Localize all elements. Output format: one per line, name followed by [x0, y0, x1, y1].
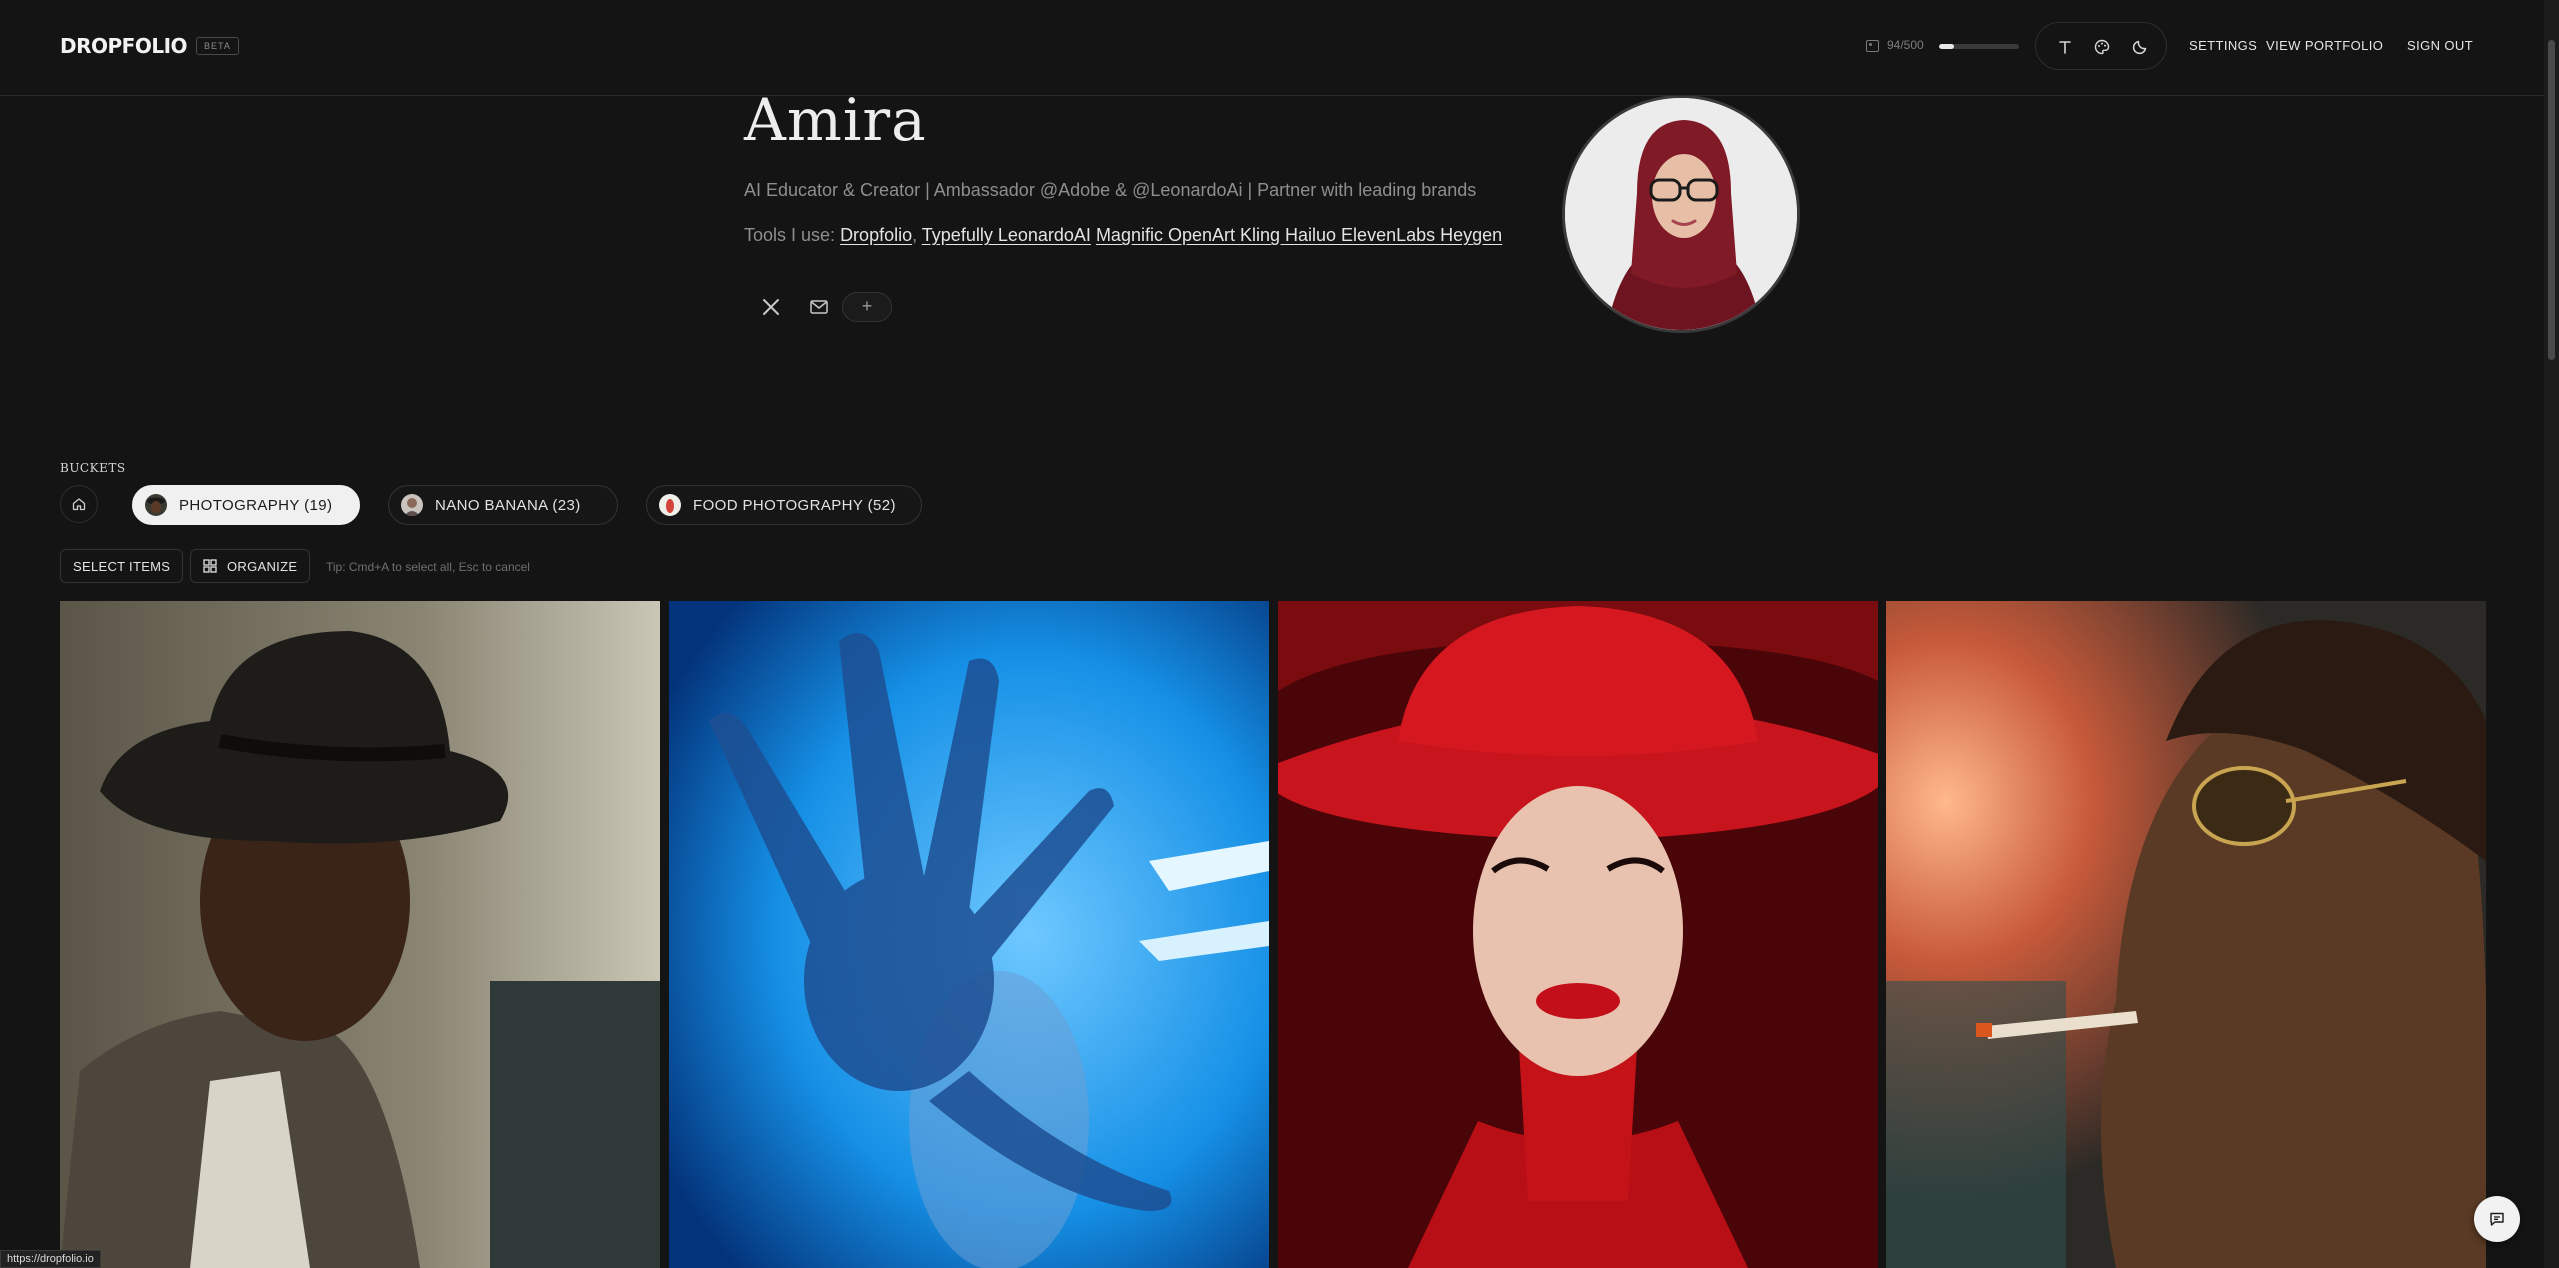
blue-hand-photo[interactable]: [669, 601, 1269, 1268]
tool-link-typefully-leonardoai[interactable]: Typefully LeonardoAI: [922, 225, 1091, 245]
bucket-thumbnail: [659, 494, 681, 516]
avatar: [1562, 95, 1800, 333]
select-items-button[interactable]: SELECT ITEMS: [60, 549, 184, 583]
scrollbar[interactable]: [2544, 0, 2559, 1268]
bucket-photography[interactable]: PHOTOGRAPHY (19): [132, 485, 360, 525]
add-social-button[interactable]: +: [842, 292, 892, 322]
top-bar: DROPFOLIO BETA 94/500 SETTINGS VIEW PORT…: [0, 0, 2544, 96]
buckets-label: BUCKETS: [60, 461, 126, 475]
usage-count: 94/500: [1887, 38, 1924, 52]
profile-bio: AI Educator & Creator | Ambassador @Adob…: [744, 180, 1477, 200]
image-icon: [1866, 40, 1879, 52]
tools-separator: ,: [912, 225, 922, 245]
chat-icon: [2490, 1212, 2504, 1226]
moon-icon[interactable]: [2128, 35, 2152, 59]
tools-prefix: Tools I use:: [744, 225, 836, 245]
bucket-thumbnail: [145, 494, 167, 516]
palette-icon[interactable]: [2090, 35, 2114, 59]
tool-link-magnific-group[interactable]: Magnific OpenArt Kling Hailuo ElevenLabs…: [1096, 225, 1502, 245]
bucket-nano-banana[interactable]: NANO BANANA (23): [388, 485, 618, 525]
profile-name: Amira: [744, 86, 927, 154]
logo[interactable]: DROPFOLIO: [60, 34, 188, 58]
beta-badge: BETA: [196, 37, 239, 55]
bucket-thumbnail: [401, 494, 423, 516]
organize-button[interactable]: ORGANIZE: [190, 549, 311, 583]
sign-out-link[interactable]: SIGN OUT: [2407, 38, 2473, 53]
settings-link[interactable]: SETTINGS: [2189, 38, 2257, 53]
status-url: https://dropfolio.io: [0, 1250, 101, 1268]
display-tools: [2035, 22, 2167, 70]
tool-link-dropfolio[interactable]: Dropfolio: [840, 225, 912, 245]
bucket-label: NANO BANANA (23): [435, 496, 581, 514]
bucket-label: PHOTOGRAPHY (19): [179, 496, 333, 514]
mail-icon[interactable]: [802, 290, 836, 324]
usage-progress-bar: [1939, 44, 2019, 49]
organize-label: ORGANIZE: [227, 558, 298, 574]
usage-progress-fill: [1939, 44, 1955, 49]
view-portfolio-link[interactable]: VIEW PORTFOLIO: [2266, 38, 2383, 53]
grid-icon: [203, 559, 217, 573]
x-icon[interactable]: [754, 290, 788, 324]
chat-button[interactable]: [2474, 1196, 2520, 1242]
man-in-fedora-photo[interactable]: [60, 601, 660, 1268]
tools-line: Tools I use: Dropfolio, Typefully Leonar…: [744, 225, 1502, 246]
home-icon: [72, 498, 86, 511]
text-icon[interactable]: [2053, 35, 2077, 59]
home-bucket-button[interactable]: [60, 485, 98, 523]
scrollbar-thumb[interactable]: [2548, 40, 2555, 360]
man-with-sunglasses-photo[interactable]: [1886, 601, 2486, 1268]
bucket-label: FOOD PHOTOGRAPHY (52): [693, 496, 896, 514]
bucket-food-photography[interactable]: FOOD PHOTOGRAPHY (52): [646, 485, 922, 525]
keyboard-tip: Tip: Cmd+A to select all, Esc to cancel: [326, 560, 530, 574]
red-hat-woman-photo[interactable]: [1278, 601, 1878, 1268]
page: DROPFOLIO BETA 94/500 SETTINGS VIEW PORT…: [0, 0, 2559, 1268]
